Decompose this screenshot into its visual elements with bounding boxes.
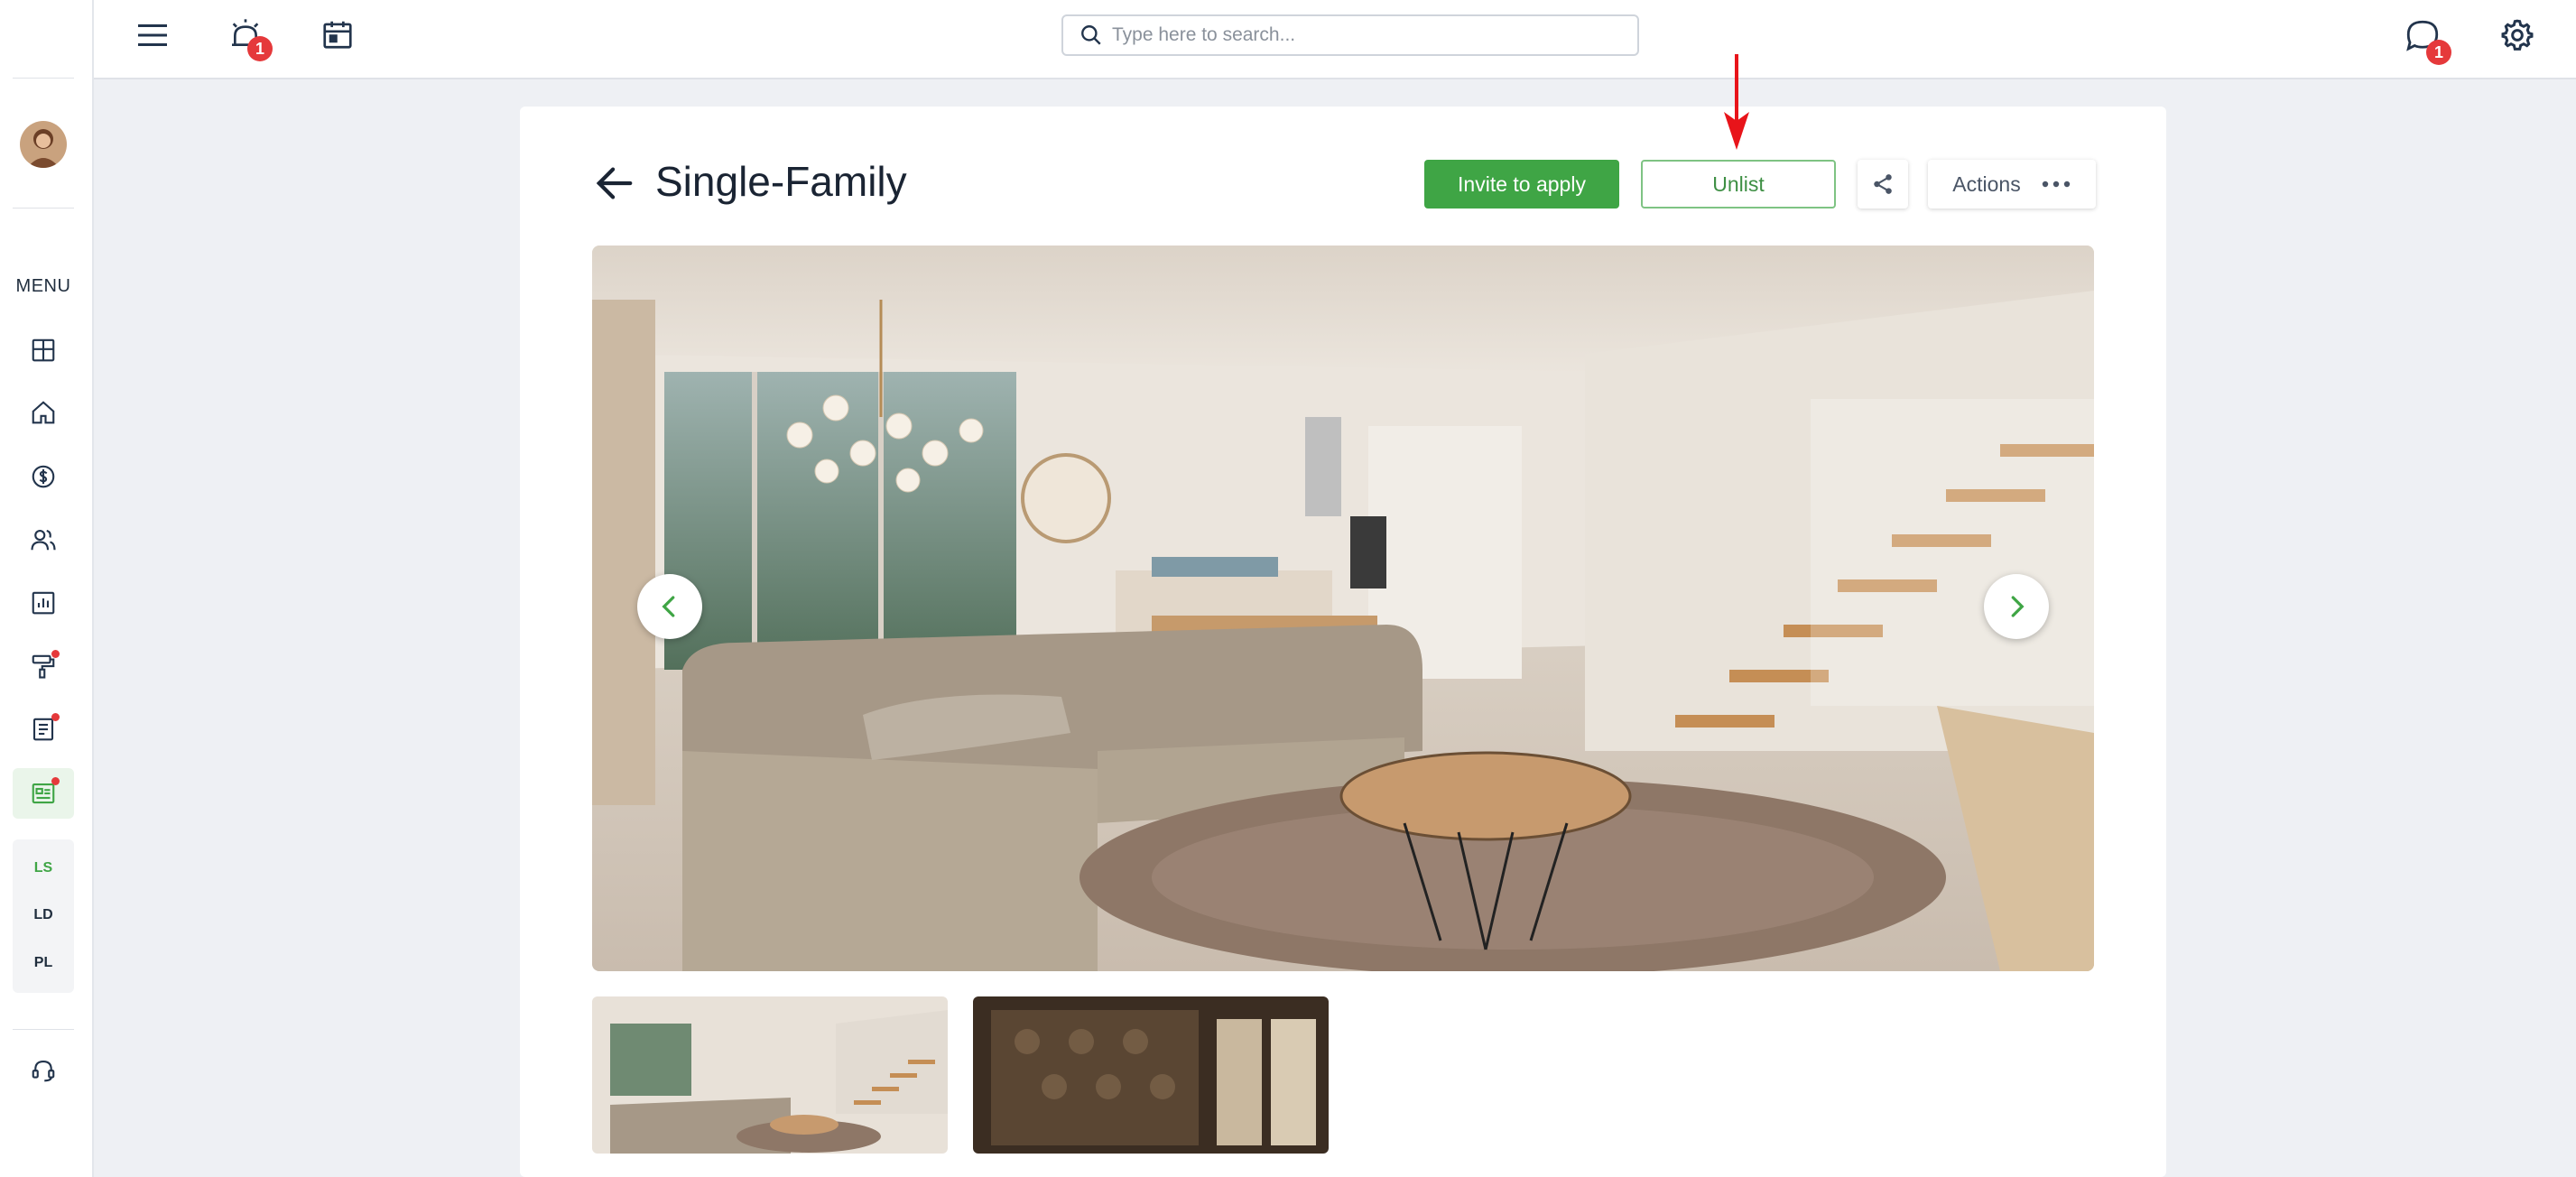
dollar-icon xyxy=(32,465,55,488)
sidebar-item-dashboard[interactable] xyxy=(27,334,60,366)
gear-icon xyxy=(2501,19,2534,51)
subnav-item-pl[interactable]: PL xyxy=(13,955,74,971)
gallery-prev-button[interactable] xyxy=(637,574,702,639)
gallery-next-button[interactable] xyxy=(1984,574,2049,639)
sidebar-item-home[interactable] xyxy=(27,396,60,429)
calendar-button[interactable] xyxy=(318,14,357,54)
sidebar-divider xyxy=(13,208,74,209)
photo-gallery xyxy=(592,246,2094,971)
search-input[interactable] xyxy=(1112,24,1617,46)
listing-card: Single-Family Invite to apply Unlist Act… xyxy=(520,107,2166,1177)
photo-thumbnail[interactable] xyxy=(592,996,948,1154)
sidebar: MENU LS LD PL xyxy=(0,0,94,1177)
more-dots-icon xyxy=(2042,181,2070,188)
chat-badge: 1 xyxy=(2426,40,2451,65)
photo-thumbnail[interactable] xyxy=(973,996,1329,1154)
notification-dot xyxy=(51,650,60,658)
report-icon xyxy=(32,591,55,615)
headset-icon xyxy=(32,1060,55,1082)
actions-label: Actions xyxy=(1952,171,2021,196)
hamburger-menu-button[interactable] xyxy=(130,16,175,54)
top-bar: 1 1 xyxy=(94,0,2576,79)
chevron-left-icon xyxy=(662,596,675,617)
avatar[interactable] xyxy=(20,121,67,168)
alarm-badge: 1 xyxy=(247,36,273,61)
sidebar-item-reports[interactable] xyxy=(27,587,60,619)
subnav-item-ls[interactable]: LS xyxy=(13,860,74,876)
chevron-right-icon xyxy=(2011,596,2025,617)
calendar-icon xyxy=(323,21,352,49)
hamburger-icon xyxy=(138,24,167,46)
subnav-item-ld[interactable]: LD xyxy=(13,907,74,923)
messages-button[interactable]: 1 xyxy=(2401,14,2451,65)
notification-dot xyxy=(51,713,60,721)
main-listing-photo xyxy=(592,246,2094,971)
invite-to-apply-button[interactable]: Invite to apply xyxy=(1424,160,1619,209)
support-button[interactable] xyxy=(27,1054,60,1087)
back-arrow-icon[interactable] xyxy=(594,162,635,204)
actions-button[interactable]: Actions xyxy=(1928,160,2096,209)
search-icon xyxy=(1070,16,1112,54)
share-button[interactable] xyxy=(1858,160,1908,209)
annotation-arrow-icon xyxy=(1724,54,1749,150)
dashboard-icon xyxy=(32,338,55,362)
sidebar-item-listings[interactable] xyxy=(27,777,60,810)
menu-label: MENU xyxy=(15,276,71,296)
home-icon xyxy=(32,401,55,424)
people-icon xyxy=(31,529,56,551)
sidebar-subnav: LS LD PL xyxy=(13,839,74,993)
share-icon xyxy=(1874,174,1892,194)
sidebar-divider xyxy=(13,78,74,79)
page-title: Single-Family xyxy=(655,158,907,205)
sidebar-item-documents[interactable] xyxy=(27,713,60,746)
settings-button[interactable] xyxy=(2497,14,2538,56)
notification-dot xyxy=(51,777,60,785)
alarm-button[interactable]: 1 xyxy=(224,13,273,61)
unlist-button[interactable]: Unlist xyxy=(1641,160,1836,209)
sidebar-divider xyxy=(13,1029,74,1030)
sidebar-item-payments[interactable] xyxy=(27,460,60,493)
sidebar-item-maintenance[interactable] xyxy=(27,650,60,682)
sidebar-item-people[interactable] xyxy=(27,524,60,556)
search-box[interactable] xyxy=(1061,14,1639,56)
